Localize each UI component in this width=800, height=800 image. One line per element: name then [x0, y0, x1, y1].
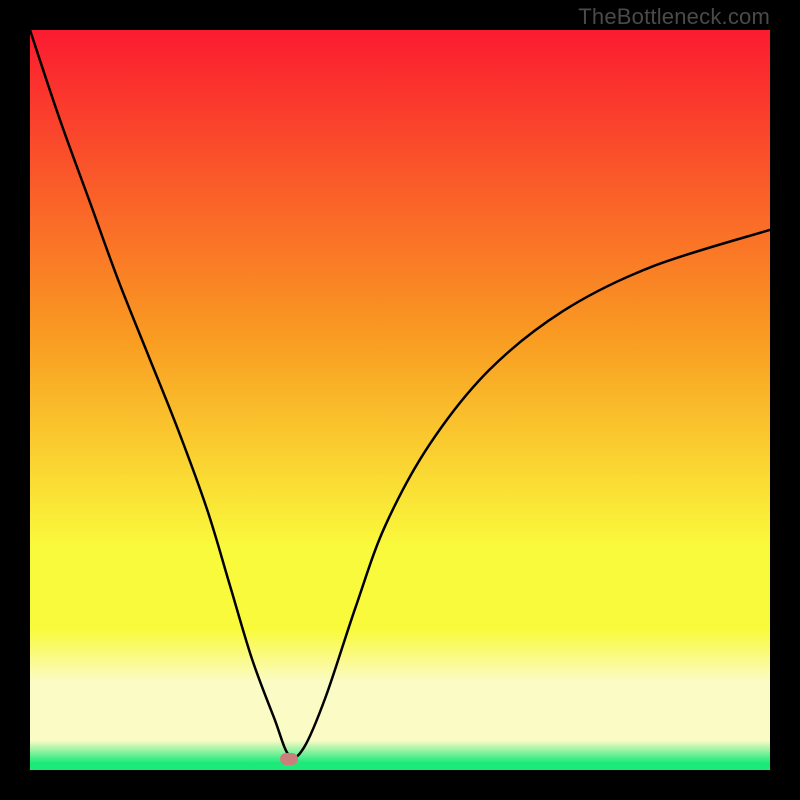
watermark-text: TheBottleneck.com	[578, 4, 770, 30]
plot-frame	[30, 30, 770, 770]
gradient-background	[30, 30, 770, 770]
minimum-marker	[280, 753, 298, 765]
